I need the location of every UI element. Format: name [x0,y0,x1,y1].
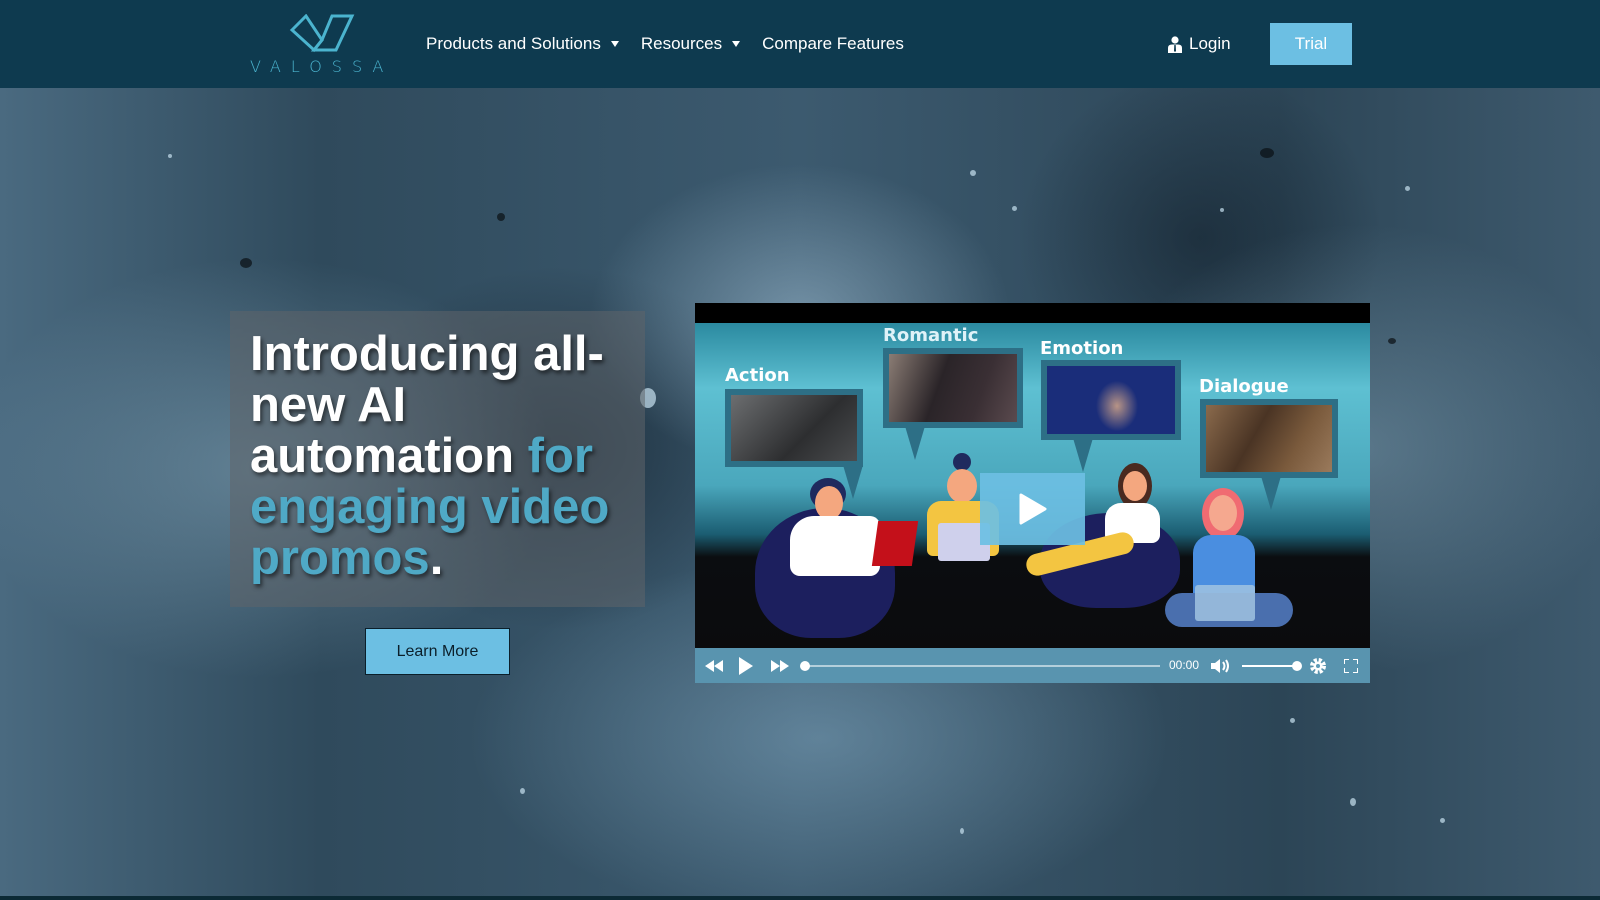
trial-button[interactable]: Trial [1270,23,1352,65]
headline-period: . [429,531,444,585]
category-label-action: Action [725,365,790,386]
caret-down-icon [732,41,741,47]
thumbnail-romantic [883,348,1023,428]
player-controls: 00:00 [695,648,1370,683]
background-speck [1260,148,1274,158]
person-illustration [790,516,880,576]
person-illustration [815,486,843,520]
rewind-icon [705,660,723,672]
person-illustration [1209,495,1237,531]
nav-resources[interactable]: Resources [640,34,741,54]
logo-mark-icon [289,14,355,53]
progress-bar[interactable] [805,665,1160,667]
background-speck [970,170,976,176]
bubble-tail [1261,476,1281,510]
laptop-illustration [1195,585,1255,621]
thumbnail-action [725,389,863,467]
background-speck [1440,818,1445,823]
bubble-tail [843,465,863,499]
settings-button[interactable] [1308,656,1328,676]
settings-icon [1310,658,1326,674]
category-label-romantic: Romantic [883,325,979,346]
hero-headline: Introducing all-new AI automation for en… [250,329,625,584]
login-label: Login [1189,34,1231,53]
main-nav: Products and Solutions Resources Compare… [426,0,926,88]
site-header: VALOSSA Products and Solutions Resources… [0,0,1600,88]
bubble-tail [1073,438,1093,472]
background-speck [1405,186,1410,191]
fast-forward-button[interactable] [769,657,791,675]
volume-slider[interactable] [1242,665,1297,667]
headline-box: Introducing all-new AI automation for en… [230,311,645,607]
person-illustration [1123,471,1147,501]
play-button[interactable] [736,654,756,678]
volume-handle[interactable] [1292,661,1302,671]
fast-forward-icon [771,660,789,672]
nav-label: Compare Features [762,34,904,53]
volume-icon [1211,659,1229,673]
background-speck [1290,718,1295,723]
play-icon [1019,493,1046,525]
category-label-dialogue: Dialogue [1199,376,1289,397]
category-label-emotion: Emotion [1040,338,1124,359]
thumbnail-dialogue [1200,399,1338,478]
background-speck [1388,338,1396,344]
logo-text: VALOSSA [250,57,394,76]
background-speck [960,828,964,834]
current-time: 00:00 [1169,658,1200,672]
background-speck [168,154,172,158]
thumbnail-emotion [1041,360,1181,440]
user-icon [1168,35,1182,53]
learn-more-button[interactable]: Learn More [365,628,510,675]
nav-label: Resources [640,34,723,53]
background-speck [520,788,525,794]
background-speck [1012,206,1017,211]
mute-button[interactable] [1210,656,1232,676]
bubble-tail [905,426,925,460]
nav-label: Products and Solutions [426,34,601,53]
nav-products-and-solutions[interactable]: Products and Solutions [426,34,619,54]
progress-handle[interactable] [800,661,810,671]
page-bottom-border [0,896,1600,900]
rewind-button[interactable] [703,657,725,675]
background-speck [497,213,505,221]
background-speck [1220,208,1224,212]
background-speck [240,258,252,268]
play-icon [739,657,753,675]
valossa-logo[interactable]: VALOSSA [250,14,398,76]
video-player[interactable]: Action Romantic Emotion Dialogue 00:00 [695,303,1370,683]
video-frame[interactable]: Action Romantic Emotion Dialogue [695,323,1370,648]
nav-compare-features[interactable]: Compare Features [762,34,904,54]
laptop-illustration [871,521,919,566]
fullscreen-button[interactable] [1342,657,1360,675]
caret-down-icon [610,41,619,47]
person-illustration [947,469,977,503]
big-play-button[interactable] [980,473,1085,545]
login-link[interactable]: Login [1168,30,1231,58]
fullscreen-icon [1344,659,1358,673]
background-speck [1350,798,1356,806]
